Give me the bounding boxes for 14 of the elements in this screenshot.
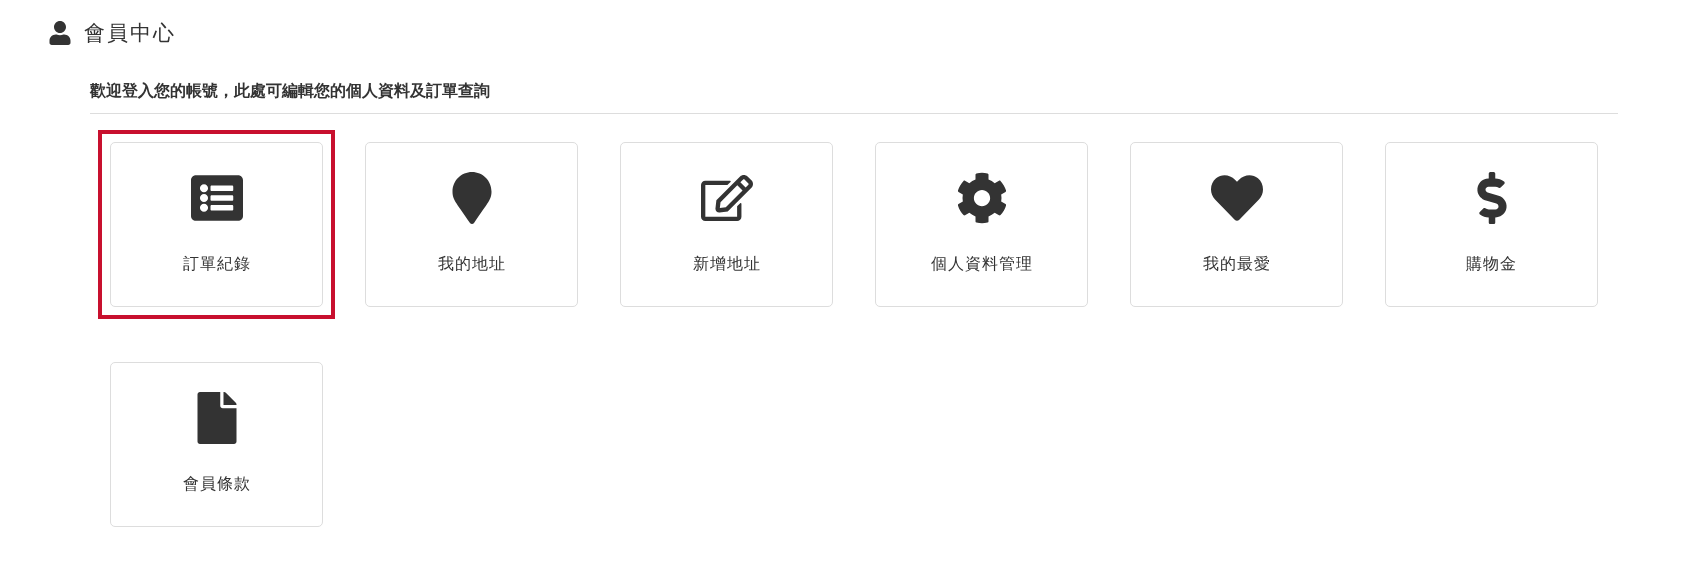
menu-tile[interactable]: 購物金	[1385, 141, 1598, 307]
welcome-text: 歡迎登入您的帳號，此處可編輯您的個人資料及訂單查詢	[90, 81, 490, 99]
menu-tile[interactable]: 我的地址	[365, 141, 578, 307]
menu-tile[interactable]: 我的最愛	[1130, 141, 1343, 307]
menu-tile[interactable]: 個人資料管理	[875, 141, 1088, 307]
list-icon	[190, 172, 243, 224]
page-title: 會員中心	[84, 20, 176, 46]
menu-tile[interactable]: 新增地址	[620, 141, 833, 307]
heart-icon	[1210, 172, 1263, 224]
edit-icon	[700, 172, 753, 224]
menu-tile[interactable]: 會員條款	[110, 361, 323, 527]
user-icon	[48, 20, 72, 45]
settings-icon	[955, 172, 1008, 224]
menu-tile[interactable]: 訂單紀錄	[110, 141, 323, 307]
